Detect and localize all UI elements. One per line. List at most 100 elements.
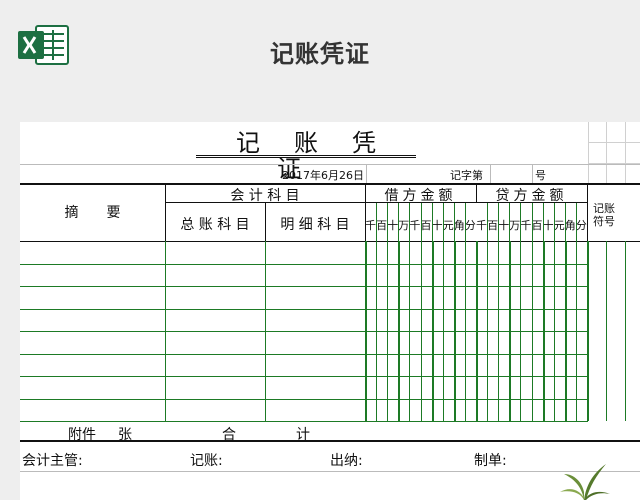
- divider: [20, 421, 588, 422]
- grid-col-line: [587, 241, 589, 421]
- grid-col-line: [625, 241, 626, 421]
- digit-unit-label: 十: [387, 219, 399, 232]
- grid-col-line: [464, 203, 466, 241]
- digit-unit-label: 分: [464, 219, 476, 232]
- digit-unit-label: 十: [431, 219, 443, 232]
- grid-col-line: [520, 241, 522, 421]
- debit-header: 借方金额: [384, 188, 457, 204]
- divider: [20, 471, 640, 472]
- grid-col-line: [409, 241, 411, 421]
- grid-col-line: [431, 203, 433, 241]
- grid-col-line: [265, 241, 266, 421]
- grid-col-line: [553, 241, 555, 421]
- grid-col-line: [476, 241, 478, 421]
- grid-col-line: [398, 203, 400, 241]
- grid-col-line: [498, 241, 500, 421]
- grid-col-line: [165, 241, 166, 421]
- grid-col-line: [453, 241, 456, 421]
- grid-col-line: [553, 203, 555, 241]
- subject-group-header: 会 计 科 目: [230, 188, 300, 204]
- grid-col-line: [531, 203, 533, 241]
- grid-col-line: [365, 241, 367, 421]
- posting-mark-header: 记账符号: [593, 202, 615, 228]
- grid-row-line: [20, 263, 588, 265]
- digit-unit-label: 百: [487, 219, 499, 232]
- grid-col-line: [431, 241, 434, 421]
- grid-col-line: [575, 241, 577, 421]
- plant-icon: [560, 464, 610, 500]
- digit-unit-label: 千: [476, 219, 487, 232]
- grid-col-line: [409, 203, 411, 241]
- voucher-number-suffix: 号: [535, 169, 546, 182]
- grid-col-line: [575, 203, 577, 241]
- divider: [490, 164, 491, 184]
- grid-col-line: [564, 203, 566, 241]
- divider: [587, 184, 588, 242]
- grid-col-line: [464, 241, 466, 421]
- grid-col-line: [564, 241, 567, 421]
- summary-header: 摘 要: [64, 205, 121, 221]
- voucher-sheet: 记账凭证 2017年6月26日 记字第 号 摘 要 会 计 科 目 总 账 科 …: [20, 122, 640, 500]
- grid-line: [588, 122, 589, 184]
- grid-col-line: [442, 203, 444, 241]
- digit-unit-label: 十: [498, 219, 510, 232]
- grid-col-line: [531, 241, 533, 421]
- digit-unit-label: 十: [542, 219, 554, 232]
- digit-unit-label: 千: [365, 219, 376, 232]
- digit-unit-label: 元: [553, 219, 565, 232]
- digit-unit-label: 角: [453, 219, 465, 232]
- grid-col-line: [420, 203, 422, 241]
- grid-col-line: [487, 203, 489, 241]
- grid-col-line: [542, 241, 545, 421]
- preparer-label: 制单:: [474, 453, 507, 469]
- digit-unit-label: 元: [442, 219, 454, 232]
- grid-col-line: [509, 241, 512, 421]
- bookkeeper-label: 记账:: [190, 453, 223, 469]
- divider: [20, 241, 640, 242]
- credit-header: 贷方金额: [495, 188, 568, 204]
- digit-unit-label: 千: [520, 219, 532, 232]
- grid-col-line: [442, 241, 444, 421]
- footer-top-border: [20, 440, 640, 442]
- grid-col-line: [420, 241, 422, 421]
- divider: [20, 164, 640, 165]
- voucher-title: 记账凭证: [196, 130, 416, 182]
- grid-col-line: [487, 241, 489, 421]
- grid-col-line: [376, 241, 378, 421]
- grid-col-line: [498, 203, 500, 241]
- divider: [532, 164, 533, 184]
- grid-row-line: [20, 331, 588, 332]
- divider: [366, 164, 367, 184]
- grid-col-line: [387, 203, 389, 241]
- grid-line: [588, 142, 640, 143]
- banner: 记账凭证: [0, 0, 640, 108]
- supervisor-label: 会计主管:: [22, 453, 83, 469]
- grid-col-line: [376, 203, 378, 241]
- voucher-number-label: 记字第: [450, 169, 483, 182]
- grid-col-line: [520, 203, 522, 241]
- grid-col-line: [542, 203, 544, 241]
- grid-col-line: [387, 241, 389, 421]
- grid-row-line: [20, 286, 588, 287]
- digit-unit-label: 百: [376, 219, 388, 232]
- grid-row-line: [20, 398, 588, 400]
- page-title: 记账凭证: [270, 40, 370, 68]
- digit-unit-label: 分: [575, 219, 587, 232]
- general-ledger-header: 总 账 科 目: [180, 217, 250, 233]
- digit-unit-label: 万: [398, 219, 410, 232]
- digit-unit-label: 百: [420, 219, 432, 232]
- grid-line: [606, 122, 607, 184]
- grid-row-line: [20, 376, 588, 377]
- grid-row-line: [20, 308, 588, 310]
- cashier-label: 出纳:: [330, 453, 363, 469]
- grid-col-line: [453, 203, 455, 241]
- digit-unit-label: 百: [531, 219, 543, 232]
- grid-col-line: [398, 241, 401, 421]
- digit-unit-label: 角: [564, 219, 576, 232]
- voucher-date: 2017年6月26日: [282, 169, 364, 182]
- grid-line: [625, 122, 626, 184]
- digit-unit-label: 万: [509, 219, 521, 232]
- grid-col-line: [509, 203, 511, 241]
- digit-unit-label: 千: [409, 219, 421, 232]
- grid-row-line: [20, 353, 588, 355]
